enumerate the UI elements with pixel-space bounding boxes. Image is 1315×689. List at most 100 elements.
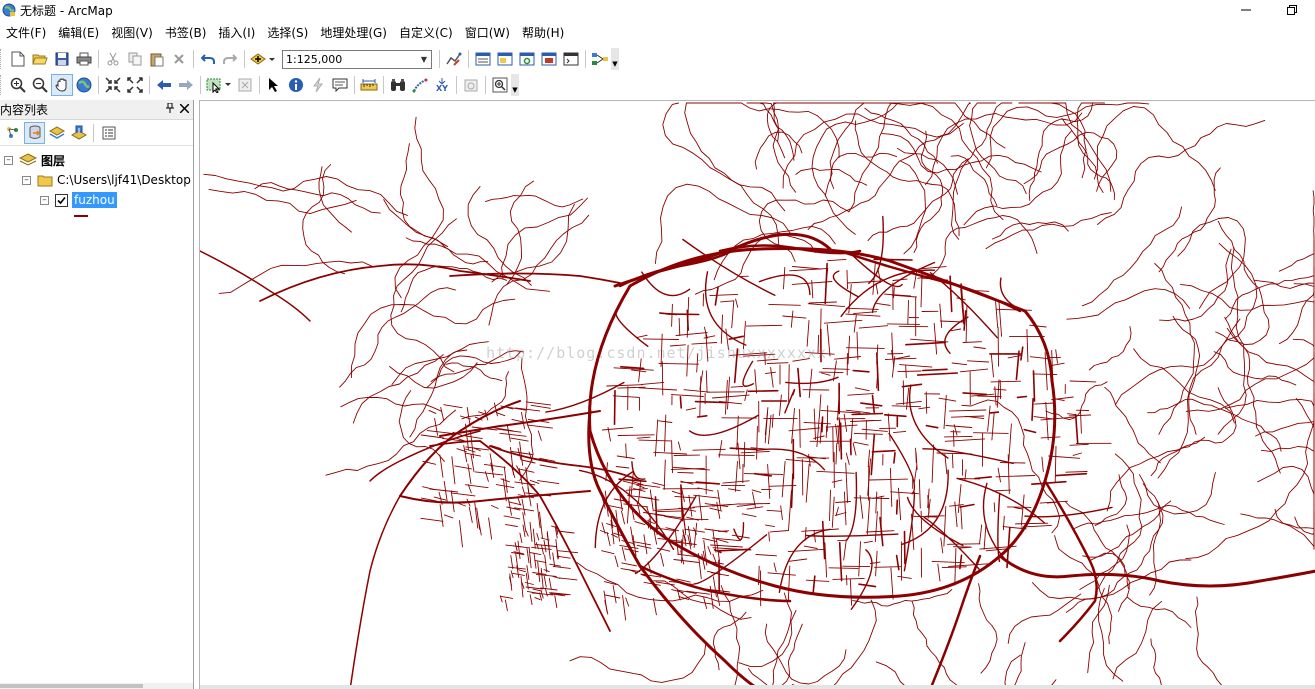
- road-network-map[interactable]: [200, 101, 1315, 689]
- road-segment: [531, 546, 552, 550]
- tree-layer-fuzhou[interactable]: – fuzhou: [40, 190, 117, 210]
- fixed-zoom-out-icon[interactable]: [124, 74, 146, 96]
- arctoolbox-icon[interactable]: [538, 48, 560, 70]
- road-segment: [728, 488, 741, 492]
- zoom-in-icon[interactable]: [7, 74, 29, 96]
- map-display[interactable]: http://blog.csdn.net/jishuxxxxxxxx: [199, 100, 1315, 689]
- go-to-xy-icon[interactable]: XY: [431, 74, 453, 96]
- print-icon[interactable]: [73, 48, 95, 70]
- select-features-icon[interactable]: [204, 74, 234, 96]
- table-of-contents-icon[interactable]: [472, 48, 494, 70]
- fixed-zoom-in-icon[interactable]: [102, 74, 124, 96]
- menu-windows[interactable]: 窗口(W): [459, 22, 516, 44]
- find-icon[interactable]: [387, 74, 409, 96]
- road-segment: [544, 554, 548, 573]
- road-segment: [636, 544, 652, 549]
- python-icon[interactable]: [560, 48, 582, 70]
- measure-icon[interactable]: [358, 74, 380, 96]
- collapse-icon[interactable]: –: [22, 175, 31, 185]
- time-slider-icon[interactable]: [460, 74, 482, 96]
- menu-customize[interactable]: 自定义(C): [393, 22, 459, 44]
- menu-bookmarks[interactable]: 书签(B): [159, 22, 213, 44]
- road-segment: [465, 423, 469, 451]
- road-segment: [704, 528, 728, 533]
- tree-root-layers[interactable]: – 图层: [4, 150, 65, 170]
- toolbar-overflow-icon[interactable]: ▼: [511, 74, 519, 96]
- toc-horizontal-scrollbar[interactable]: [0, 683, 193, 689]
- menu-selection[interactable]: 选择(S): [261, 22, 314, 44]
- road-segment: [990, 353, 994, 378]
- collapse-icon[interactable]: –: [40, 195, 49, 205]
- road-segment: [428, 409, 437, 414]
- menu-help[interactable]: 帮助(H): [516, 22, 570, 44]
- forward-extent-icon[interactable]: [175, 74, 197, 96]
- menu-geoprocessing[interactable]: 地理处理(G): [314, 22, 393, 44]
- road-segment: [865, 530, 895, 533]
- road-segment: [519, 441, 524, 466]
- create-viewer-icon[interactable]: [489, 74, 511, 96]
- add-data-icon[interactable]: [248, 48, 278, 70]
- list-by-source-icon[interactable]: [24, 121, 45, 144]
- undo-icon[interactable]: [197, 48, 219, 70]
- layer-symbol-line[interactable]: [74, 215, 88, 217]
- road-segment: [950, 155, 998, 207]
- save-icon[interactable]: [51, 48, 73, 70]
- delete-icon[interactable]: [168, 48, 190, 70]
- clear-selection-icon[interactable]: [234, 74, 256, 96]
- toolbar-grip[interactable]: [0, 75, 5, 95]
- road-segment: [951, 454, 954, 469]
- copy-icon[interactable]: [124, 48, 146, 70]
- find-route-icon[interactable]: [409, 74, 431, 96]
- back-extent-icon[interactable]: [153, 74, 175, 96]
- road-segment: [352, 354, 444, 424]
- zoom-out-icon[interactable]: [29, 74, 51, 96]
- hyperlink-icon[interactable]: [307, 74, 329, 96]
- model-builder-icon[interactable]: [589, 48, 611, 70]
- pin-icon[interactable]: [166, 102, 174, 116]
- road-segment: [499, 432, 527, 437]
- toolbar-overflow-icon[interactable]: ▼: [611, 48, 619, 70]
- minimize-icon[interactable]: [1223, 0, 1269, 20]
- road-segment: [443, 404, 463, 409]
- road-segment: [895, 499, 899, 515]
- list-by-drawing-order-icon[interactable]: [2, 122, 23, 144]
- road-segment: [729, 447, 757, 451]
- restore-icon[interactable]: [1269, 0, 1315, 20]
- road-segment: [677, 471, 694, 474]
- identify-icon[interactable]: [285, 74, 307, 96]
- close-icon[interactable]: [179, 103, 190, 116]
- road-segment: [697, 487, 714, 492]
- paste-icon[interactable]: [146, 48, 168, 70]
- map-scale-combo[interactable]: 1:125,000 ▼: [282, 49, 432, 69]
- scrollbar-thumb[interactable]: [0, 684, 143, 688]
- select-elements-icon[interactable]: [263, 74, 285, 96]
- pan-icon[interactable]: [51, 74, 73, 96]
- catalog-icon[interactable]: [494, 48, 516, 70]
- road-segment: [734, 460, 738, 492]
- menu-file[interactable]: 文件(F): [0, 22, 52, 44]
- open-folder-icon[interactable]: [29, 48, 51, 70]
- collapse-icon[interactable]: –: [4, 155, 13, 165]
- menu-edit[interactable]: 编辑(E): [52, 22, 105, 44]
- chevron-down-icon[interactable]: ▼: [417, 51, 431, 68]
- road-segment: [837, 424, 840, 452]
- list-by-visibility-icon[interactable]: [46, 122, 67, 144]
- road-segment: [854, 387, 870, 392]
- layer-visibility-checkbox[interactable]: [55, 193, 68, 207]
- menu-view[interactable]: 视图(V): [105, 22, 159, 44]
- road-segment: [782, 315, 807, 319]
- editor-icon[interactable]: [443, 48, 465, 70]
- redo-icon[interactable]: [219, 48, 241, 70]
- toolbar-grip[interactable]: [0, 49, 5, 69]
- new-document-icon[interactable]: [7, 48, 29, 70]
- road-segment: [1002, 515, 1005, 531]
- list-by-selection-icon[interactable]: [68, 122, 89, 144]
- options-icon[interactable]: [98, 122, 119, 144]
- menu-insert[interactable]: 插入(I): [212, 22, 261, 44]
- search-window-icon[interactable]: [516, 48, 538, 70]
- cut-icon[interactable]: [102, 48, 124, 70]
- menu-bar: 文件(F) 编辑(E) 视图(V) 书签(B) 插入(I) 选择(S) 地理处理…: [0, 22, 1315, 44]
- html-popup-icon[interactable]: [329, 74, 351, 96]
- full-extent-icon[interactable]: [73, 74, 95, 96]
- tree-folder[interactable]: – C:\Users\ljf41\Desktop: [22, 170, 191, 190]
